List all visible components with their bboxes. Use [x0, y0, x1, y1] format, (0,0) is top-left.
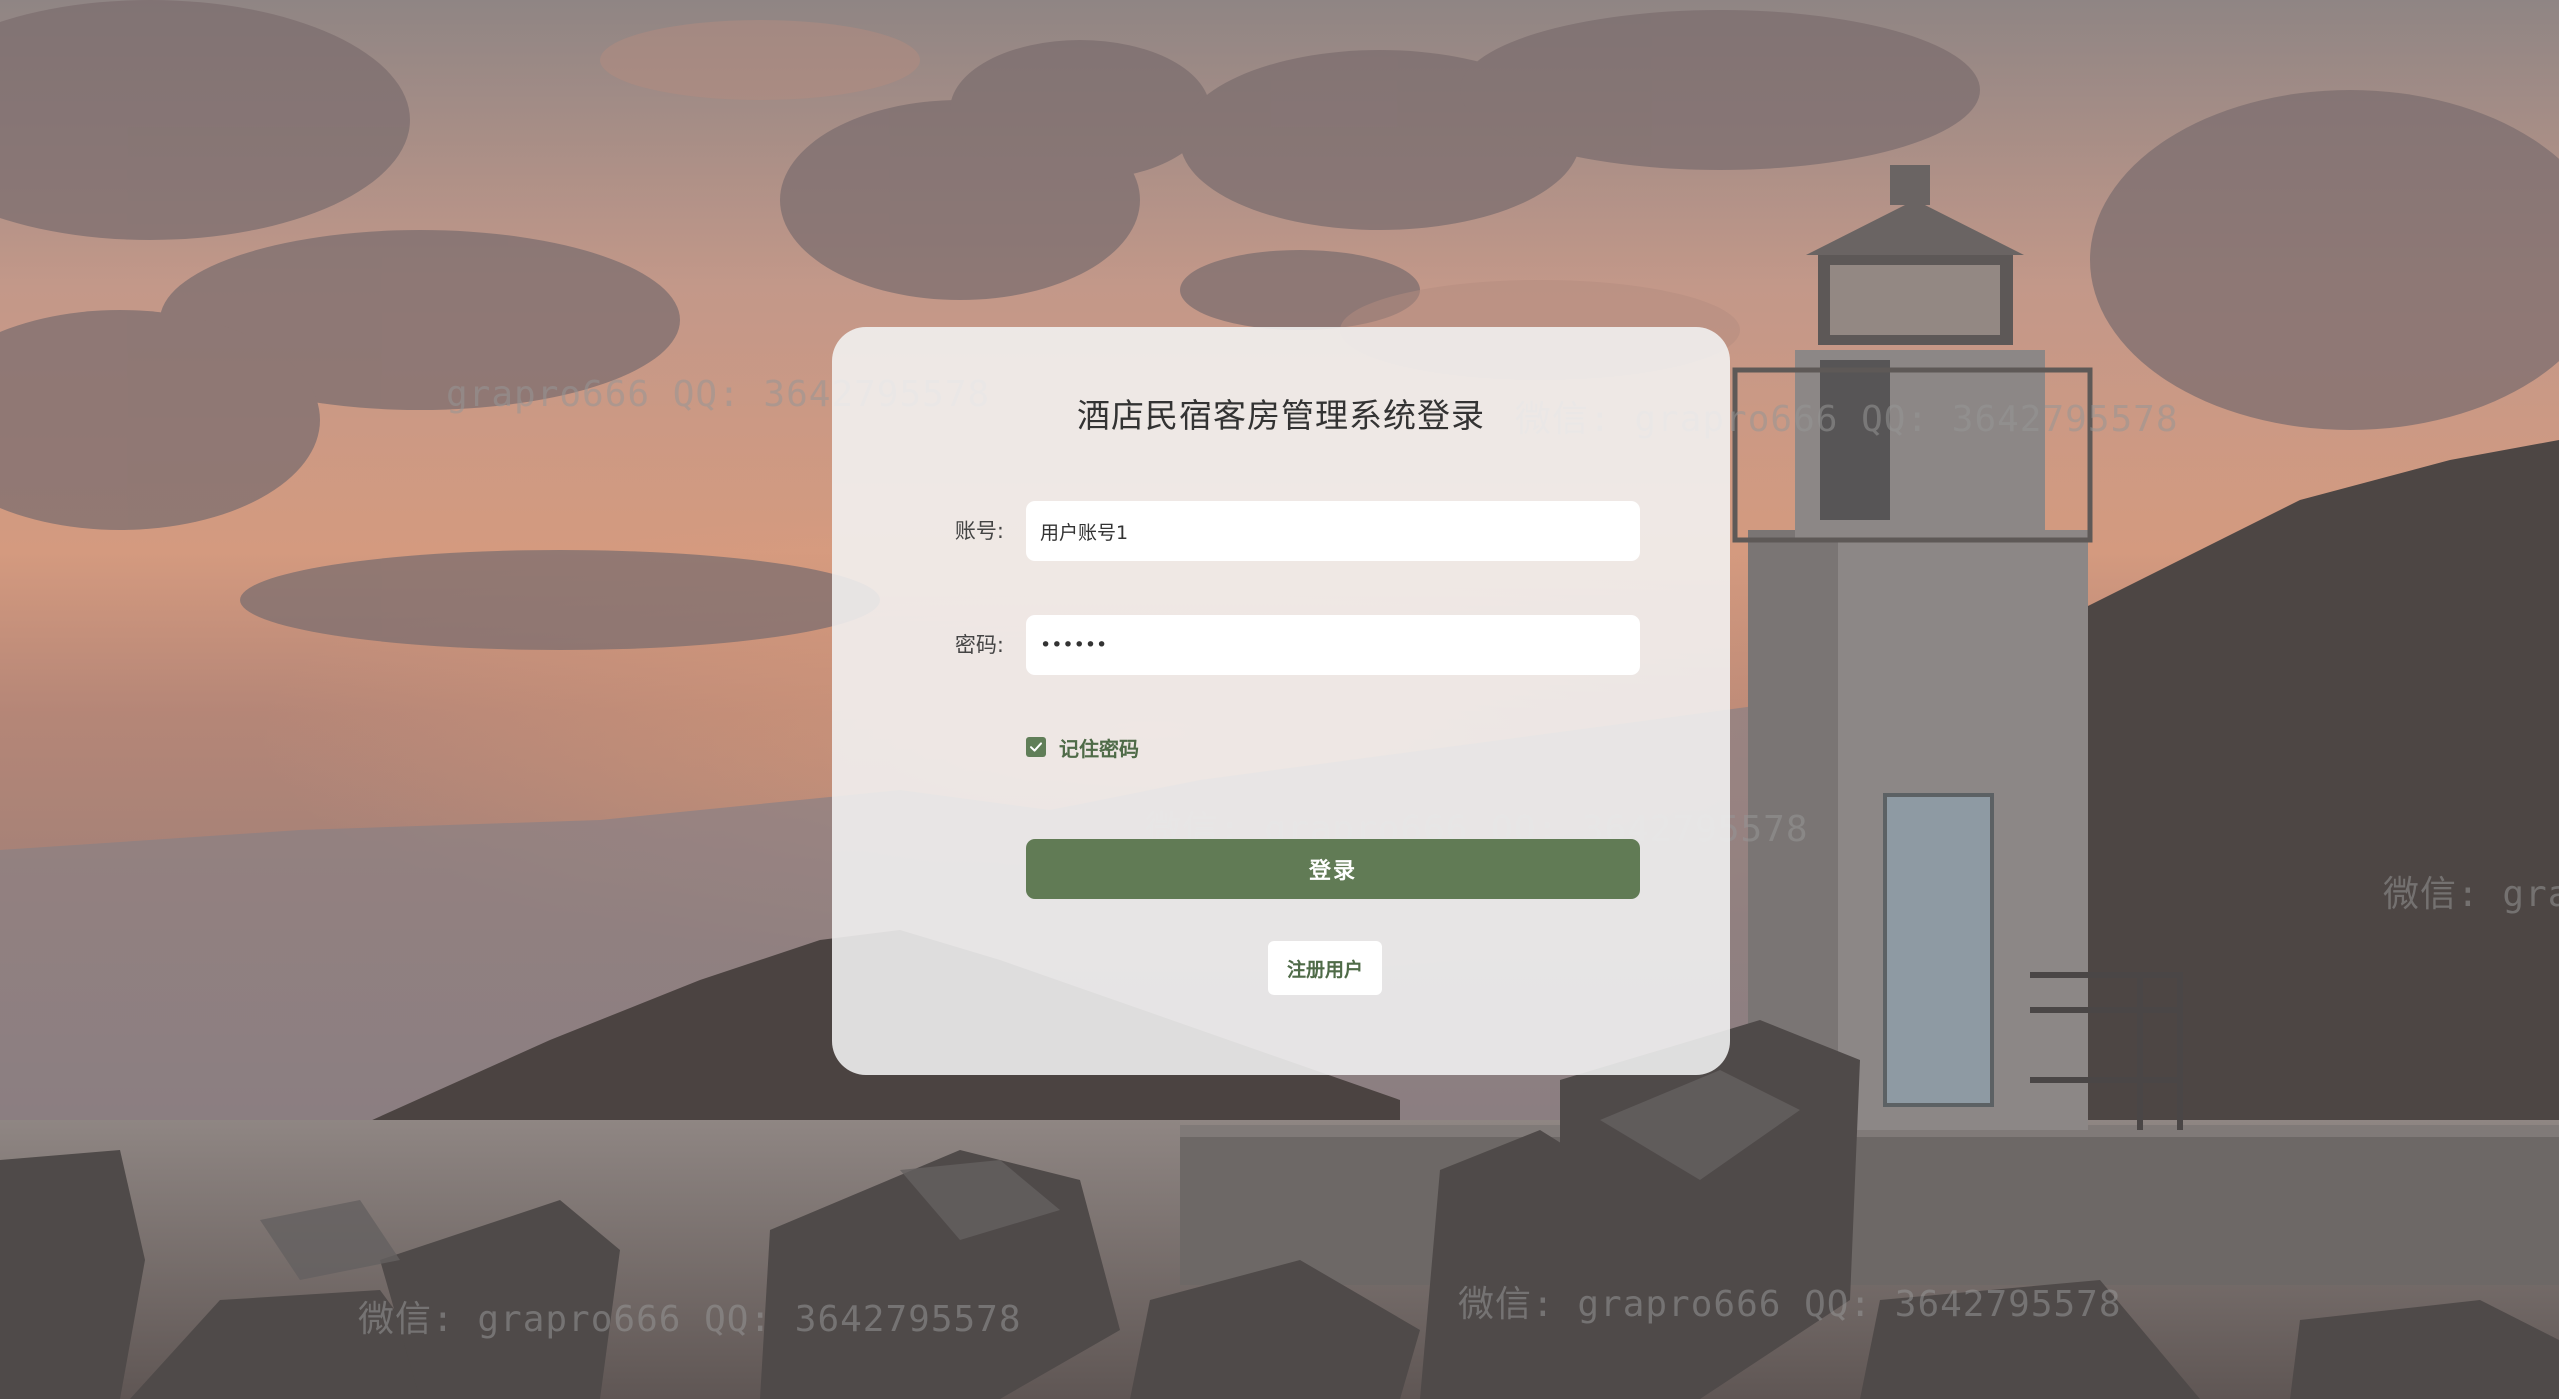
password-input[interactable]: [1026, 615, 1640, 675]
account-input[interactable]: [1026, 501, 1640, 561]
check-icon: [1030, 742, 1042, 752]
password-row: 密码:: [832, 615, 1730, 675]
password-label: 密码:: [954, 633, 1004, 657]
account-label: 账号:: [954, 519, 1004, 543]
page-title: 酒店民宿客房管理系统登录: [1077, 396, 1485, 435]
register-button[interactable]: 注册用户: [1268, 941, 1382, 995]
remember-label[interactable]: 记住密码: [1059, 733, 1139, 762]
login-button[interactable]: 登录: [1026, 839, 1640, 899]
remember-password[interactable]: 记住密码: [1026, 733, 1139, 761]
remember-checkbox[interactable]: [1026, 737, 1046, 757]
account-row: 账号:: [832, 501, 1730, 561]
login-card: 酒店民宿客房管理系统登录 账号: 密码: 记住密码 登录 注册用户: [832, 327, 1730, 1075]
